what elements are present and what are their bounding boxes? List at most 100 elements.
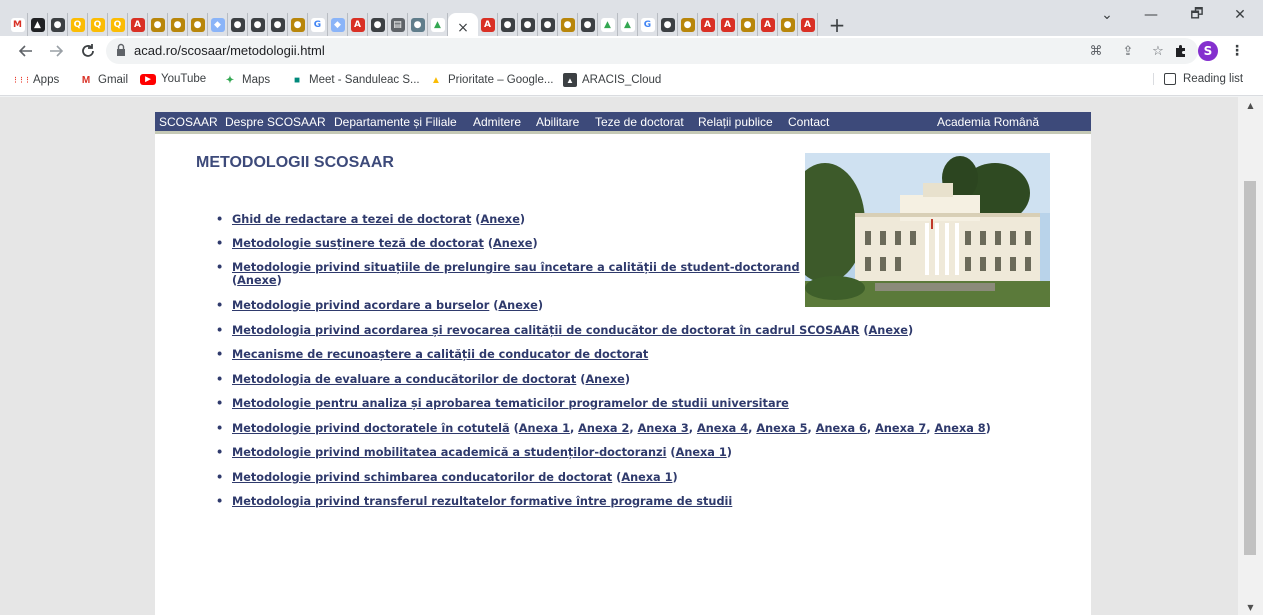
tab[interactable]: ● [248, 12, 268, 37]
methodology-link[interactable]: Metodologie privind situațiile de prelun… [232, 261, 800, 274]
nav-academia-romana[interactable]: Academia Română [937, 115, 1039, 129]
tab[interactable]: ● [148, 12, 168, 37]
tab-search-button[interactable]: ⌄ [1084, 0, 1130, 30]
tab[interactable]: ▲ [28, 12, 48, 37]
annex-link[interactable]: Anexa 5 [756, 422, 807, 435]
scroll-up-icon[interactable]: ▲ [1238, 97, 1263, 113]
tab[interactable]: Q [88, 12, 108, 37]
nav-abilitare[interactable]: Abilitare [536, 115, 579, 129]
bookmark-meet-sanduleac-s[interactable]: ■ Meet - Sanduleac S... [290, 73, 420, 87]
methodology-link[interactable]: Metodologie susținere teză de doctorat [232, 237, 484, 250]
tab[interactable]: ● [188, 12, 208, 37]
tab[interactable]: ● [498, 12, 518, 37]
annex-link[interactable]: Anexa 2 [578, 422, 629, 435]
tab[interactable]: A [128, 12, 148, 37]
scrollbar-thumb[interactable] [1244, 181, 1256, 555]
bookmark-aracis-cloud[interactable]: ▲ ARACIS_Cloud [563, 73, 661, 87]
bookmark-gmail[interactable]: M Gmail [79, 73, 128, 87]
tab[interactable]: ▲ [428, 12, 448, 37]
methodology-link[interactable]: Metodologie pentru analiza și aprobarea … [232, 397, 789, 410]
nav-scosaar[interactable]: SCOSAAR [159, 115, 218, 129]
annex-link[interactable]: Anexa 8 [935, 422, 986, 435]
tab[interactable]: A [698, 12, 718, 37]
back-button[interactable] [14, 39, 38, 63]
tab[interactable]: ● [408, 12, 428, 37]
tab[interactable]: ◆ [208, 12, 228, 37]
tab[interactable]: ● [268, 12, 288, 37]
tab[interactable]: M [8, 12, 28, 37]
tab[interactable]: ● [518, 12, 538, 37]
tab[interactable]: A [718, 12, 738, 37]
tab[interactable]: ● [538, 12, 558, 37]
forward-button[interactable] [44, 39, 68, 63]
nav-teze-de-doctorat[interactable]: Teze de doctorat [595, 115, 684, 129]
tab[interactable]: ● [578, 12, 598, 37]
annex-link[interactable]: Anexa 3 [638, 422, 689, 435]
annex-link[interactable]: Anexa 1 [519, 422, 570, 435]
annex-link[interactable]: Anexe [585, 373, 624, 386]
tab[interactable]: ▤ [388, 12, 408, 37]
tab[interactable]: Q [108, 12, 128, 37]
profile-button[interactable]: S [1197, 40, 1219, 62]
tab[interactable]: G [638, 12, 658, 37]
methodology-link[interactable]: Metodologia de evaluare a conducătorilor… [232, 373, 576, 386]
methodology-link[interactable]: Metodologie privind schimbarea conducato… [232, 471, 612, 484]
nav-departamente-si-filiale[interactable]: Departamente și Filiale [334, 115, 457, 129]
tab[interactable]: A [348, 12, 368, 37]
vertical-scrollbar[interactable]: ▲ ▼ [1238, 97, 1263, 615]
tab[interactable]: G [308, 12, 328, 37]
tab[interactable]: ● [658, 12, 678, 37]
annex-link[interactable]: Anexa 1 [676, 446, 727, 459]
tab[interactable]: ◆ [328, 12, 348, 37]
close-icon[interactable]: × [457, 20, 469, 36]
bookmark-apps[interactable]: ⋮⋮⋮ Apps [12, 73, 59, 87]
tab[interactable]: ● [48, 12, 68, 37]
address-bar[interactable]: acad.ro/scosaar/metodologii.html ⌘ ⇪ ☆ [106, 38, 1198, 64]
methodology-link[interactable]: Mecanisme de recunoaștere a calității de… [232, 348, 648, 361]
methodology-link[interactable]: Metodologie privind acordare a burselor [232, 299, 489, 312]
share-icon[interactable]: ⇪ [1120, 43, 1136, 59]
menu-button[interactable]: ⋮ [1226, 40, 1248, 62]
annex-link[interactable]: Anexe [237, 274, 276, 287]
annex-link[interactable]: Anexa 1 [621, 471, 672, 484]
methodology-link[interactable]: Metodologia privind transferul rezultate… [232, 495, 732, 508]
translate-icon[interactable]: ⌘ [1088, 43, 1104, 59]
methodology-link[interactable]: Metodologie privind mobilitatea academic… [232, 446, 666, 459]
annex-link[interactable]: Anexa 4 [697, 422, 748, 435]
star-icon[interactable]: ☆ [1150, 43, 1166, 59]
reading-list-button[interactable]: Reading list [1153, 73, 1243, 85]
annex-link[interactable]: Anexa 7 [875, 422, 926, 435]
new-tab-button[interactable]: + [824, 13, 850, 37]
methodology-link[interactable]: Metodologia privind acordarea și revocar… [232, 324, 859, 337]
bookmark-maps[interactable]: ✦ Maps [223, 73, 270, 87]
nav-contact[interactable]: Contact [788, 115, 829, 129]
tab[interactable]: ● [228, 12, 248, 37]
tab[interactable]: ● [168, 12, 188, 37]
annex-link[interactable]: Anexe [498, 299, 537, 312]
tab[interactable]: A [798, 12, 818, 37]
tab[interactable]: ● [778, 12, 798, 37]
tab[interactable]: ● [678, 12, 698, 37]
annex-link[interactable]: Anexe [493, 237, 532, 250]
close-window-button[interactable]: ✕ [1217, 0, 1263, 30]
scroll-down-icon[interactable]: ▼ [1238, 599, 1263, 615]
tab[interactable]: ● [738, 12, 758, 37]
nav-relatii-publice[interactable]: Relații publice [698, 115, 773, 129]
bookmark-prioritate-google[interactable]: ▲ Prioritate – Google... [429, 73, 553, 87]
annex-link[interactable]: Anexa 6 [816, 422, 867, 435]
tab[interactable]: ▲ [618, 12, 638, 37]
nav-despre-scosaar[interactable]: Despre SCOSAAR [225, 115, 326, 129]
tab[interactable]: Q [68, 12, 88, 37]
bookmark-youtube[interactable]: ▶ YouTube [140, 73, 206, 85]
tab[interactable]: ● [368, 12, 388, 37]
methodology-link[interactable]: Metodologie privind doctoratele în cotut… [232, 422, 510, 435]
annex-link[interactable]: Anexe [480, 213, 519, 226]
tab[interactable]: ● [288, 12, 308, 37]
methodology-link[interactable]: Ghid de redactare a tezei de doctorat [232, 213, 471, 226]
maximize-button[interactable]: 🗗 [1174, 0, 1220, 30]
tab[interactable]: ▲ [598, 12, 618, 37]
nav-admitere[interactable]: Admitere [473, 115, 521, 129]
reload-button[interactable] [76, 39, 100, 63]
minimize-button[interactable]: — [1128, 0, 1174, 30]
extensions-button[interactable] [1170, 40, 1192, 62]
